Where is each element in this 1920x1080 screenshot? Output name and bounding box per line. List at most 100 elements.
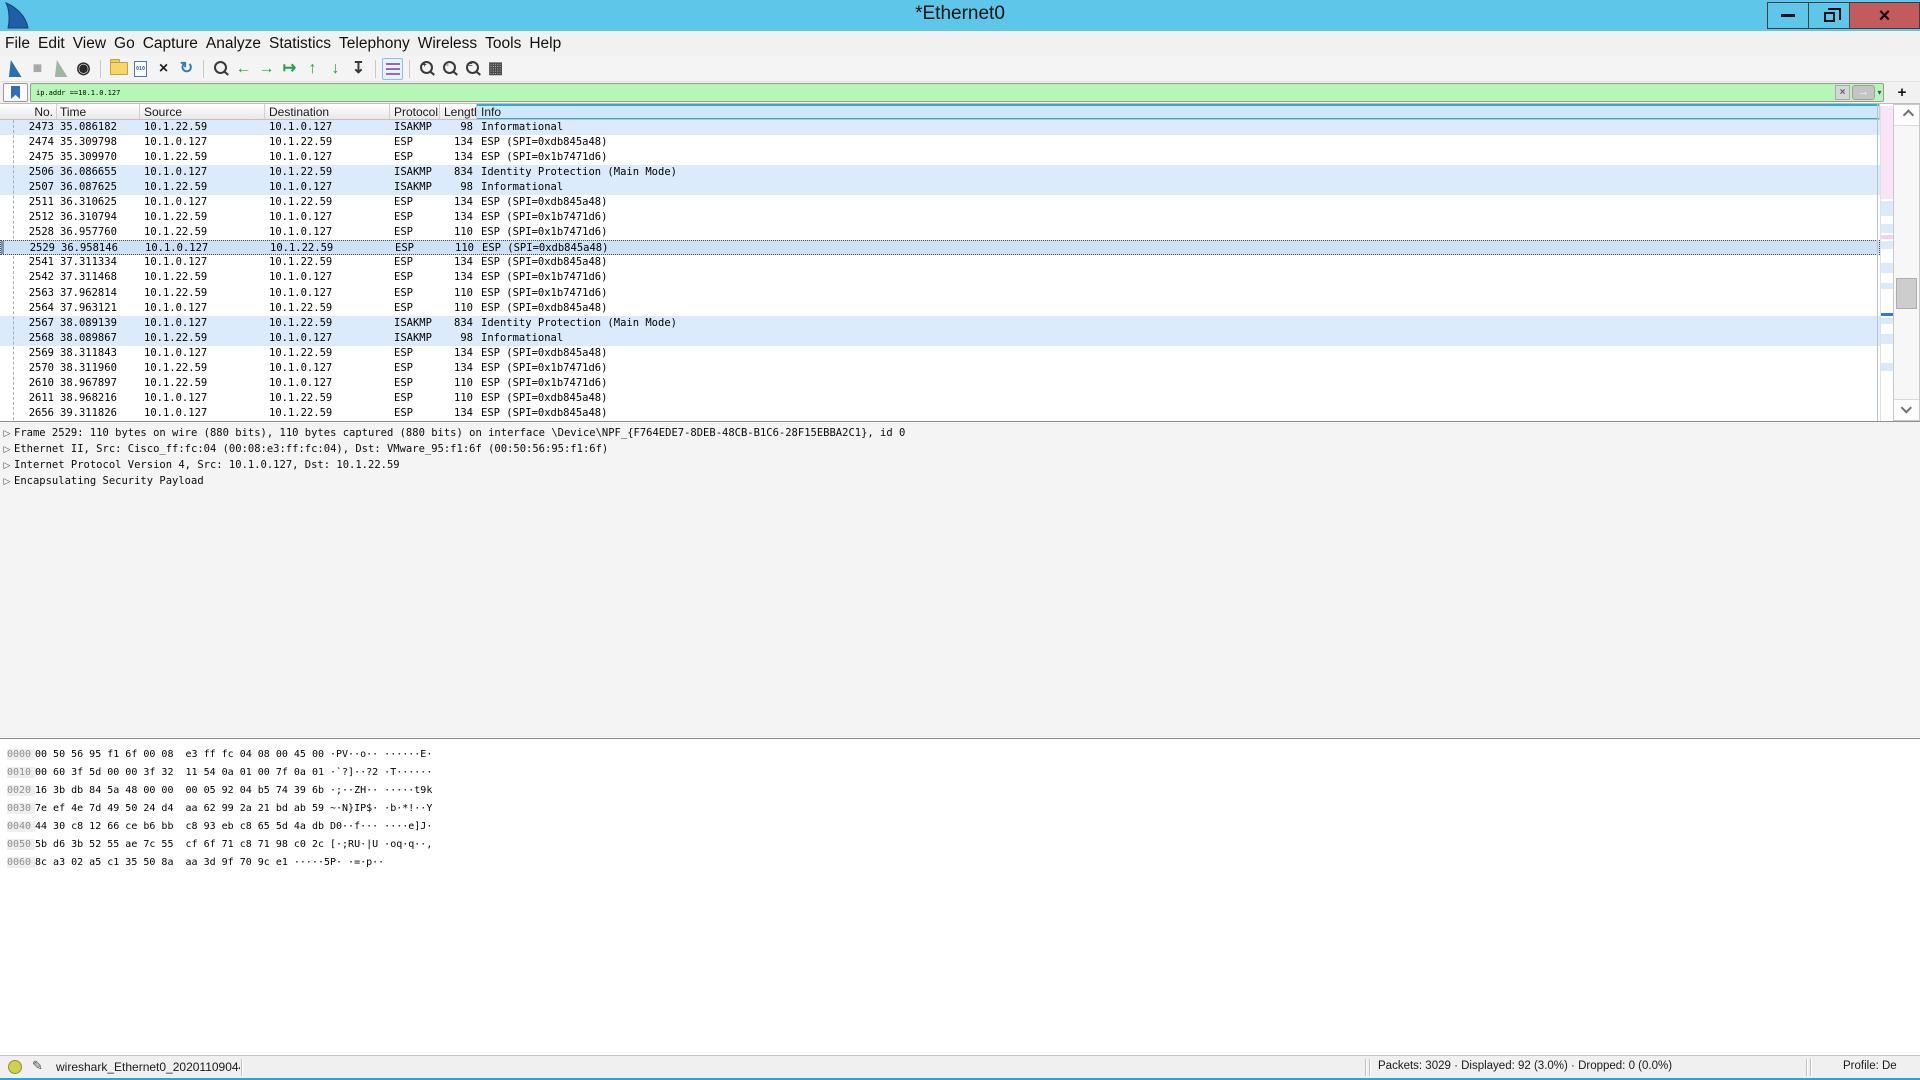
- filter-bar: × → ▾ +: [0, 82, 1920, 104]
- filter-apply-button[interactable]: →: [1852, 85, 1875, 100]
- cell-src: 10.1.0.127: [140, 255, 265, 270]
- menu-capture[interactable]: Capture: [139, 35, 202, 53]
- column-header-protocol[interactable]: Protocol: [390, 104, 440, 119]
- zoom-out-icon[interactable]: -: [439, 58, 460, 80]
- go-forward-icon[interactable]: →: [256, 58, 277, 80]
- column-header-length[interactable]: Length: [440, 104, 477, 119]
- packet-row-2610[interactable]: 261038.96789710.1.22.5910.1.0.127ESP110E…: [0, 376, 1880, 391]
- find-packet-icon[interactable]: [210, 58, 231, 80]
- filter-add-button[interactable]: +: [1894, 83, 1910, 101]
- detail-line-0[interactable]: ▷Frame 2529: 110 bytes on wire (880 bits…: [0, 425, 1920, 441]
- cell-proto: ISAKMP: [390, 180, 440, 195]
- packet-row-2511[interactable]: 251136.31062510.1.0.12710.1.22.59ESP134E…: [0, 195, 1880, 210]
- hex-row-0050[interactable]: 00505b d6 3b 52 55 ae 7c 55 cf 6f 71 c8 …: [0, 835, 1920, 853]
- packet-row-2475[interactable]: 247535.30997010.1.22.5910.1.0.127ESP134E…: [0, 150, 1880, 165]
- hex-ascii: ·····5P· ·=·p··: [294, 857, 384, 868]
- cell-no: 2473: [0, 120, 57, 135]
- packet-row-2506[interactable]: 250636.08665510.1.0.12710.1.22.59ISAKMP8…: [0, 165, 1880, 180]
- zoom-normal-icon[interactable]: =: [462, 58, 483, 80]
- expert-info-icon[interactable]: [8, 1060, 22, 1074]
- packet-row-2542[interactable]: 254237.31146810.1.22.5910.1.0.127ESP134E…: [0, 270, 1880, 285]
- go-last-packet-icon[interactable]: ↓: [325, 58, 346, 80]
- cell-proto: ESP: [390, 210, 440, 225]
- go-to-packet-icon[interactable]: ↦: [279, 58, 300, 80]
- filter-clear-button[interactable]: ×: [1835, 85, 1850, 100]
- open-file-icon[interactable]: [107, 58, 128, 80]
- scroll-up-button[interactable]: [1894, 105, 1919, 126]
- cell-info: ESP (SPI=0xdb845a48): [477, 301, 1880, 316]
- close-button[interactable]: ×: [1849, 2, 1920, 29]
- column-header-destination[interactable]: Destination: [265, 104, 390, 119]
- cell-len: 134: [440, 255, 477, 270]
- packet-minimap[interactable]: [1880, 106, 1893, 421]
- packet-row-2568[interactable]: 256838.08986710.1.22.5910.1.0.127ISAKMP9…: [0, 331, 1880, 346]
- packet-row-2512[interactable]: 251236.31079410.1.22.5910.1.0.127ESP134E…: [0, 210, 1880, 225]
- expander-icon[interactable]: ▷: [0, 428, 14, 439]
- cell-proto: ESP: [391, 241, 441, 254]
- close-file-icon[interactable]: ×: [153, 58, 174, 80]
- zoom-in-icon[interactable]: +: [416, 58, 437, 80]
- expander-icon[interactable]: ▷: [0, 476, 14, 487]
- menu-view[interactable]: View: [69, 35, 110, 53]
- column-header-no[interactable]: No.: [0, 104, 57, 119]
- go-back-icon[interactable]: ←: [233, 58, 254, 80]
- detail-line-3[interactable]: ▷Encapsulating Security Payload: [0, 473, 1920, 489]
- expander-icon[interactable]: ▷: [0, 444, 14, 455]
- hex-row-0060[interactable]: 00608c a3 02 a5 c1 35 50 8a aa 3d 9f 70 …: [0, 853, 1920, 871]
- go-first-packet-icon[interactable]: ↑: [302, 58, 323, 80]
- colorize-packets-icon[interactable]: [382, 58, 403, 80]
- filter-bookmark-button[interactable]: [3, 83, 28, 102]
- capture-options-icon[interactable]: ◉: [73, 58, 94, 80]
- hex-row-0010[interactable]: 001000 60 3f 5d 00 00 3f 32 11 54 0a 01 …: [0, 763, 1920, 781]
- column-header-time[interactable]: Time: [57, 104, 140, 119]
- capture-comment-icon[interactable]: ✎: [32, 1058, 43, 1074]
- packet-row-2569[interactable]: 256938.31184310.1.0.12710.1.22.59ESP134E…: [0, 346, 1880, 361]
- packet-row-2474[interactable]: 247435.30979810.1.0.12710.1.22.59ESP134E…: [0, 135, 1880, 150]
- detail-line-1[interactable]: ▷Ethernet II, Src: Cisco_ff:fc:04 (00:08…: [0, 441, 1920, 457]
- save-file-icon[interactable]: [130, 58, 151, 80]
- stop-capture-icon[interactable]: ■: [27, 58, 48, 80]
- column-header-info[interactable]: Info: [477, 104, 1880, 119]
- packet-row-2507[interactable]: 250736.08762510.1.22.5910.1.0.127ISAKMP9…: [0, 180, 1880, 195]
- cell-info: Identity Protection (Main Mode): [477, 316, 1880, 331]
- menu-go[interactable]: Go: [110, 35, 139, 53]
- menu-wireless[interactable]: Wireless: [414, 35, 481, 53]
- scroll-down-button[interactable]: [1894, 399, 1919, 420]
- packet-row-2473[interactable]: 247335.08618210.1.22.5910.1.0.127ISAKMP9…: [0, 120, 1880, 135]
- hex-row-0040[interactable]: 004044 30 c8 12 66 ce b6 bb c8 93 eb c8 …: [0, 817, 1920, 835]
- minimize-button[interactable]: [1767, 2, 1809, 29]
- packet-row-2528[interactable]: 252836.95776010.1.22.5910.1.0.127ESP110E…: [0, 225, 1880, 240]
- packet-list-scrollbar[interactable]: [1893, 104, 1920, 421]
- menu-telephony[interactable]: Telephony: [335, 35, 414, 53]
- hex-row-0030[interactable]: 00307e ef 4e 7d 49 50 24 d4 aa 62 99 2a …: [0, 799, 1920, 817]
- column-header-source[interactable]: Source: [140, 104, 265, 119]
- packet-row-2564[interactable]: 256437.96312110.1.0.12710.1.22.59ESP110E…: [0, 301, 1880, 316]
- menu-help[interactable]: Help: [525, 35, 565, 53]
- restore-button[interactable]: [1808, 2, 1850, 29]
- cell-no: 2542: [0, 270, 57, 285]
- packet-row-2611[interactable]: 261138.96821610.1.0.12710.1.22.59ESP110E…: [0, 391, 1880, 406]
- detail-line-2[interactable]: ▷Internet Protocol Version 4, Src: 10.1.…: [0, 457, 1920, 473]
- packet-row-2567[interactable]: 256738.08913910.1.0.12710.1.22.59ISAKMP8…: [0, 316, 1880, 331]
- auto-scroll-icon[interactable]: ↧: [348, 58, 369, 80]
- packet-row-2541[interactable]: 254137.31133410.1.0.12710.1.22.59ESP134E…: [0, 255, 1880, 270]
- menu-edit[interactable]: Edit: [34, 35, 69, 53]
- menu-tools[interactable]: Tools: [481, 35, 525, 53]
- reload-file-icon[interactable]: ↻: [176, 58, 197, 80]
- packet-row-2656[interactable]: 265639.31182610.1.0.12710.1.22.59ESP134E…: [0, 406, 1880, 421]
- menu-statistics[interactable]: Statistics: [265, 35, 335, 53]
- scrollbar-thumb[interactable]: [1896, 278, 1917, 309]
- menu-file[interactable]: File: [1, 35, 34, 53]
- hex-row-0020[interactable]: 002016 3b db 84 5a 48 00 00 00 05 92 04 …: [0, 781, 1920, 799]
- menu-analyze[interactable]: Analyze: [202, 35, 265, 53]
- display-filter-input[interactable]: [30, 83, 1884, 102]
- restart-capture-icon[interactable]: [50, 58, 71, 80]
- start-capture-icon[interactable]: [4, 58, 25, 80]
- hex-row-0000[interactable]: 000000 50 56 95 f1 6f 00 08 e3 ff fc 04 …: [0, 745, 1920, 763]
- resize-columns-icon[interactable]: ▦: [485, 58, 506, 80]
- packet-row-2570[interactable]: 257038.31196010.1.22.5910.1.0.127ESP134E…: [0, 361, 1880, 376]
- packet-row-2529[interactable]: 252936.95814610.1.0.12710.1.22.59ESP110E…: [0, 240, 1880, 255]
- expander-icon[interactable]: ▷: [0, 460, 14, 471]
- packet-row-2563[interactable]: 256337.96281410.1.22.5910.1.0.127ESP110E…: [0, 286, 1880, 301]
- filter-dropdown-icon[interactable]: ▾: [1875, 85, 1884, 100]
